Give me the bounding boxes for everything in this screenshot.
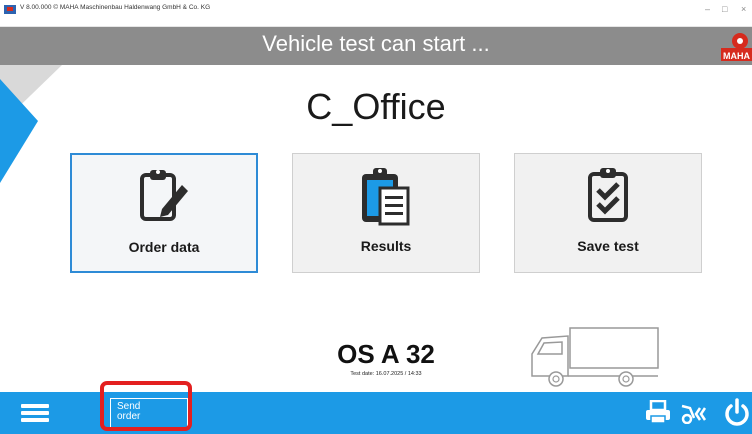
results-label: Results (360, 238, 412, 254)
printer-icon[interactable] (645, 400, 671, 424)
minimize-button[interactable]: – (705, 4, 710, 14)
status-title: Vehicle test can start ... (262, 31, 490, 56)
hamburger-menu-icon[interactable] (21, 402, 49, 424)
clipboard-list-icon (362, 168, 410, 226)
power-icon[interactable] (724, 398, 750, 426)
window-title: V 8.00.000 © MAHA Maschinenbau Haldenwan… (20, 4, 211, 11)
window-titlebar: V 8.00.000 © MAHA Maschinenbau Haldenwan… (0, 0, 752, 27)
save-test-tile[interactable]: Save test (514, 153, 702, 273)
vehicle-icon[interactable] (680, 404, 708, 424)
clipboard-pencil-icon (140, 170, 188, 221)
logo-label: MAHA (723, 51, 750, 61)
maximize-button[interactable]: □ (722, 4, 727, 14)
results-tile[interactable]: Results (292, 153, 480, 273)
highlight-annotation (100, 381, 192, 431)
app-icon (4, 5, 16, 14)
license-plate: OS A 32 (337, 339, 435, 369)
clipboard-check-icon (588, 168, 628, 222)
test-date: Test date: 16.07.2025 / 14:33 (350, 371, 422, 377)
order-data-tile[interactable]: Order data (70, 153, 258, 273)
order-data-label: Order data (128, 239, 200, 255)
save-test-label: Save test (577, 238, 639, 254)
workplace-name: C_Office (306, 86, 446, 127)
close-button[interactable]: × (741, 4, 746, 14)
status-header: Vehicle test can start ... (0, 27, 752, 65)
truck-icon (531, 327, 659, 387)
